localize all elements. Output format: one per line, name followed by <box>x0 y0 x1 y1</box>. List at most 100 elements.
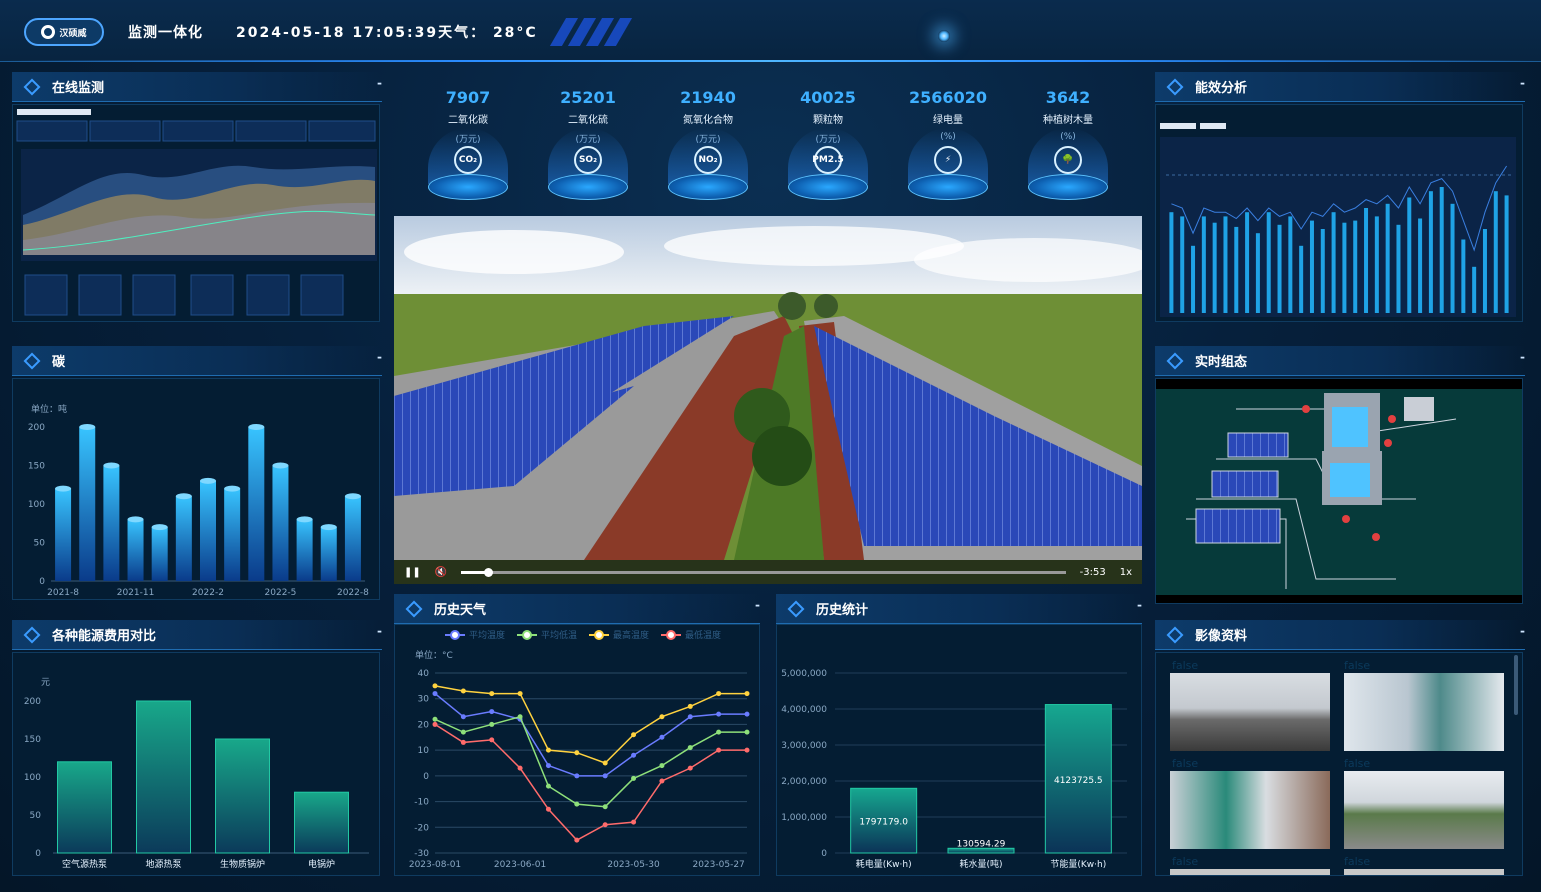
image-thumbnail[interactable] <box>1344 673 1504 751</box>
image-thumbnail[interactable] <box>1170 673 1330 751</box>
minimize-button[interactable]: - <box>1520 624 1525 638</box>
x-tick-label: 2023-08-01 <box>409 860 461 870</box>
lightning-icon: ⚡ <box>934 146 962 174</box>
stat-value: 2566020 <box>909 88 987 107</box>
panel-header-weather: 历史天气 - <box>394 594 760 624</box>
efficiency-bar <box>1223 216 1228 313</box>
company-logo[interactable]: 汉硕威 <box>24 18 104 46</box>
weather-point <box>659 778 665 784</box>
carbon-bar <box>344 496 361 581</box>
x-tick-label: 2023-05-30 <box>607 860 660 870</box>
minimize-button[interactable]: - <box>1520 350 1525 364</box>
stat-label: 颗粒物 <box>813 115 843 126</box>
panel-title-weather: 历史天气 <box>434 603 487 618</box>
weather-point <box>545 783 551 789</box>
energy-cost-bar <box>136 700 191 854</box>
bar-value-label: 130594.29 <box>957 839 1006 849</box>
efficiency-bar <box>1169 212 1174 313</box>
x-category-label: 地源热泵 <box>145 858 181 870</box>
carbon-bar-cap <box>200 477 216 484</box>
stat-value: 7907 <box>445 88 491 107</box>
image-thumbnail[interactable] <box>1170 771 1330 849</box>
legend-marker <box>666 630 676 640</box>
video-time-remaining: -3:53 <box>1079 566 1106 578</box>
logo-text: 汉硕威 <box>59 28 87 39</box>
y-tick-label: 40 <box>418 669 430 679</box>
y-tick-label: 200 <box>24 697 41 707</box>
image-label: false <box>1172 855 1199 868</box>
efficiency-bar <box>1385 203 1390 313</box>
gallery-scrollbar[interactable] <box>1514 655 1518 715</box>
efficiency-bar <box>1374 216 1379 313</box>
diamond-icon <box>23 78 41 96</box>
weather-point <box>602 822 608 828</box>
efficiency-bar <box>1277 224 1282 313</box>
efficiency-bar <box>1461 239 1466 313</box>
y-tick-label: 150 <box>28 462 45 472</box>
pause-icon[interactable]: ❚❚ <box>404 567 421 578</box>
legend-label[interactable]: 最低温度 <box>685 629 721 641</box>
legend-label[interactable]: 平均温度 <box>469 629 505 641</box>
efficiency-bar <box>1201 216 1206 313</box>
efficiency-bar <box>1180 216 1185 313</box>
y-tick-label: 30 <box>418 695 430 705</box>
realtime-schematic[interactable] <box>1156 379 1522 603</box>
y-tick-label: 4,000,000 <box>781 705 827 715</box>
seek-handle[interactable] <box>484 567 494 577</box>
carbon-bar <box>79 427 96 581</box>
x-tick-label: 2022-5 <box>265 588 297 598</box>
image-thumbnail[interactable] <box>1344 869 1504 875</box>
efficiency-thumbnail-chart[interactable] <box>1156 105 1522 321</box>
weather-point <box>432 716 438 722</box>
online-monitoring-thumbnail[interactable] <box>13 105 379 321</box>
y-tick-label: 0 <box>39 577 45 587</box>
efficiency-bar <box>1245 212 1250 313</box>
weather-point <box>631 775 637 781</box>
carbon-chart-panel: 单位：吨 0 50 100 150 200 2021-8 2021-11 2022-2 2022… <box>12 378 380 600</box>
weather-point <box>716 747 722 753</box>
diamond-icon <box>23 626 41 644</box>
minimize-button[interactable]: - <box>377 350 382 364</box>
weather-point <box>687 745 693 751</box>
weather-point <box>517 691 523 697</box>
minimize-button[interactable]: - <box>1520 76 1525 90</box>
efficiency-bar <box>1309 220 1314 313</box>
weather-point <box>517 765 523 771</box>
minimize-button[interactable]: - <box>377 76 382 90</box>
tree-icon: 🌳 <box>1054 146 1082 174</box>
weather-point <box>716 691 722 697</box>
stat-label: 氮氧化合物 <box>683 115 733 126</box>
video-seek-bar[interactable] <box>461 567 1066 577</box>
weather-line-chart: 单位：°C -30 -20 -10 0 10 20 30 40 平均温度 平均低温 最高温度 最低温度… <box>409 629 750 870</box>
image-thumbnail[interactable] <box>1170 869 1330 875</box>
y-tick-label: 0 <box>423 772 429 782</box>
y-tick-label: 2,000,000 <box>781 777 827 787</box>
weather-point <box>602 804 608 810</box>
carbon-bar-cap <box>344 493 361 500</box>
playback-speed-button[interactable]: 1x <box>1120 567 1132 578</box>
x-tick-label: 2022-2 <box>192 588 224 598</box>
efficiency-bar <box>1299 245 1304 313</box>
weather-point <box>545 763 551 769</box>
x-tick-label: 2021-8 <box>47 588 79 598</box>
y-tick-label: 50 <box>30 811 42 821</box>
image-thumbnail[interactable] <box>1344 771 1504 849</box>
mute-icon[interactable]: 🔇 <box>435 567 447 578</box>
solar-farm-video[interactable]: ❚❚ 🔇 -3:53 1x <box>394 216 1142 584</box>
y-tick-label: -20 <box>414 823 429 833</box>
weather-point <box>659 734 665 740</box>
stat-pedestal: SO₂ <box>548 128 628 200</box>
efficiency-bar <box>1212 222 1217 313</box>
weather-point <box>687 765 693 771</box>
minimize-button[interactable]: - <box>377 624 382 638</box>
weather-point <box>631 732 637 738</box>
diamond-icon <box>787 600 805 618</box>
legend-label[interactable]: 平均低温 <box>541 629 577 641</box>
panel-header-images: 影像资料 - <box>1155 620 1525 650</box>
panel-header-online-monitoring: 在线监测 - <box>12 72 382 102</box>
legend-label[interactable]: 最高温度 <box>613 629 649 641</box>
minimize-button[interactable]: - <box>1137 598 1142 612</box>
carbon-bar <box>175 496 192 581</box>
y-tick-label: 50 <box>34 539 46 549</box>
minimize-button[interactable]: - <box>755 598 760 612</box>
